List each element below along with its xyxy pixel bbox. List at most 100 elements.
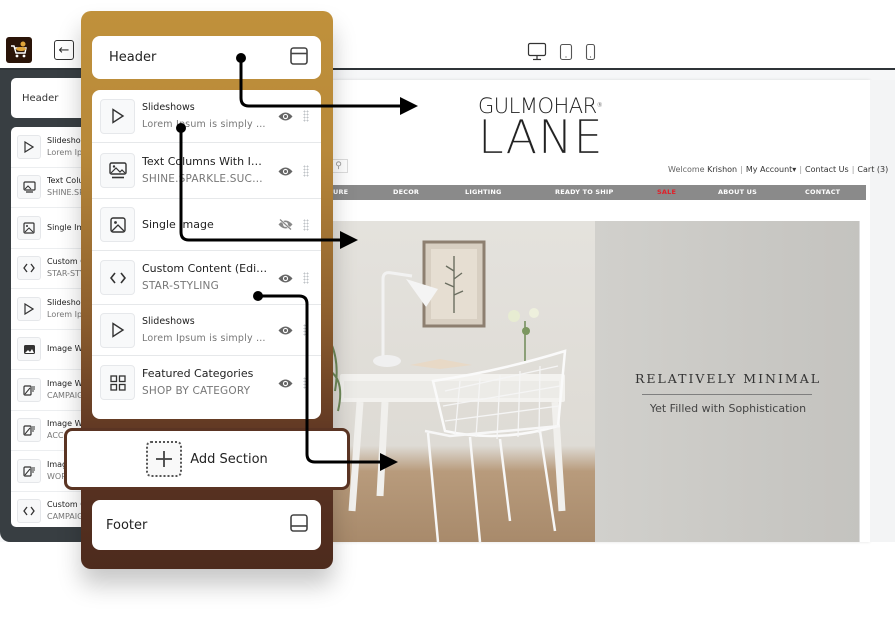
add-section-button[interactable]: Add Section bbox=[64, 428, 350, 490]
sidebar-item[interactable]: Custom C CAMPAIG bbox=[11, 492, 91, 528]
play-icon bbox=[17, 296, 41, 321]
sidebar-item[interactable]: Image Wi bbox=[11, 330, 91, 370]
header-section[interactable]: Header bbox=[92, 36, 321, 79]
nav-item[interactable]: CONTACT bbox=[805, 185, 840, 200]
section-title: Custom Content (Editor) bbox=[142, 262, 270, 275]
section-title: Slideshows bbox=[142, 101, 195, 113]
section-subtitle: SHINE.SPARKLE.SUCCEED bbox=[142, 173, 270, 185]
footer-section[interactable]: Footer bbox=[92, 500, 321, 550]
nav-item[interactable]: LIGHTING bbox=[465, 185, 502, 200]
drag-handle-icon[interactable] bbox=[303, 110, 309, 122]
eye-off-icon[interactable] bbox=[278, 215, 293, 234]
sidebar-header-label: Header bbox=[22, 92, 59, 104]
device-switcher bbox=[527, 42, 596, 62]
nav-item-sale[interactable]: SALE bbox=[657, 185, 676, 200]
section-item[interactable]: Slideshows Lorem Ipsum is simply du... bbox=[92, 90, 321, 143]
section-title: Text Columns With Ima... bbox=[142, 155, 270, 168]
brand-logo[interactable]: GULMOHAR® LANE bbox=[478, 95, 618, 164]
section-item[interactable]: Slideshows Lorem Ipsum is simply du... bbox=[92, 305, 321, 356]
nav-item[interactable]: READY TO SHIP bbox=[555, 185, 614, 200]
code-icon bbox=[100, 260, 135, 295]
section-item[interactable]: Text Columns With Ima... SHINE.SPARKLE.SU… bbox=[92, 143, 321, 199]
play-icon bbox=[100, 312, 135, 348]
account-bar: Welcome Krishon | My Account▾ | Contact Us | C… bbox=[668, 165, 889, 174]
play-icon bbox=[100, 98, 135, 134]
drag-handle-icon[interactable] bbox=[303, 164, 309, 177]
section-item[interactable]: Single Image bbox=[92, 199, 321, 251]
preview-scroll-track[interactable] bbox=[870, 80, 895, 542]
contact-us-link[interactable]: Contact Us bbox=[805, 165, 849, 174]
sidebar-item-title: Single Im bbox=[47, 222, 85, 232]
sidebar-item-title: Text Colu bbox=[47, 176, 84, 186]
sidebar-item[interactable]: Image Wi CAMPAIG bbox=[11, 370, 91, 411]
nav-item[interactable]: URE bbox=[333, 185, 348, 200]
play-icon bbox=[17, 134, 41, 159]
sidebar-item-title: Image Wi bbox=[47, 344, 85, 354]
section-subtitle: Lorem Ipsum is simply du... bbox=[142, 118, 270, 130]
nav-item[interactable]: ABOUT US bbox=[718, 185, 757, 200]
layout-footer-icon bbox=[289, 513, 309, 537]
image-list-icon bbox=[17, 418, 41, 443]
eye-icon[interactable] bbox=[278, 161, 293, 180]
sidebar-header-item[interactable]: Header bbox=[11, 78, 91, 118]
tablet-icon[interactable] bbox=[559, 43, 573, 61]
sidebar-item-subtitle: STAR-STY bbox=[47, 269, 85, 279]
mobile-icon[interactable] bbox=[585, 43, 596, 61]
hero-photo bbox=[330, 221, 595, 542]
drag-handle-icon[interactable] bbox=[303, 324, 309, 336]
registered-mark: ® bbox=[596, 102, 603, 109]
image-text-icon bbox=[17, 175, 41, 200]
footer-section-label: Footer bbox=[106, 517, 148, 533]
section-item[interactable]: Featured Categories SHOP BY CATEGORY bbox=[92, 356, 321, 409]
arrow-left-icon: ← bbox=[58, 42, 70, 58]
image-list-icon bbox=[17, 458, 41, 483]
section-title: Slideshows bbox=[142, 315, 195, 327]
section-subtitle: Lorem Ipsum is simply du... bbox=[142, 332, 270, 344]
brand-name-bottom: LANE bbox=[478, 110, 604, 164]
section-subtitle: SHOP BY CATEGORY bbox=[142, 385, 251, 397]
eye-icon[interactable] bbox=[278, 268, 293, 287]
sidebar-item[interactable]: Custom C STAR-STY bbox=[11, 249, 91, 289]
section-subtitle: STAR-STYLING bbox=[142, 280, 219, 292]
sidebar-item[interactable]: Slideshow Lorem Ips bbox=[11, 289, 91, 330]
sidebar-item-subtitle: CAMPAIG bbox=[47, 512, 84, 522]
drag-handle-icon[interactable] bbox=[303, 376, 309, 389]
desktop-icon[interactable] bbox=[527, 42, 547, 62]
section-list: Slideshows Lorem Ipsum is simply du... Te… bbox=[92, 90, 321, 419]
code-icon bbox=[17, 499, 41, 524]
hero-subtitle: Yet Filled with Sophistication bbox=[649, 402, 807, 415]
header-section-label: Header bbox=[109, 50, 157, 65]
grid-icon bbox=[100, 365, 135, 400]
plus-icon bbox=[146, 441, 183, 477]
drag-handle-icon[interactable] bbox=[303, 271, 309, 284]
hero-divider bbox=[642, 394, 812, 395]
nav-item[interactable]: DECOR bbox=[393, 185, 419, 200]
section-item[interactable]: Custom Content (Editor) STAR-STYLING bbox=[92, 251, 321, 305]
hero-title: RELATIVELY MINIMAL bbox=[634, 371, 822, 386]
image-icon bbox=[17, 215, 41, 240]
image-text-icon bbox=[100, 153, 135, 188]
image-icon bbox=[100, 207, 135, 242]
add-section-label: Add Section bbox=[190, 451, 268, 467]
eye-icon[interactable] bbox=[278, 321, 293, 340]
sidebar-item[interactable]: Slideshows Lorem Ips bbox=[11, 127, 91, 168]
eye-icon[interactable] bbox=[278, 373, 293, 392]
image-icon bbox=[17, 337, 41, 362]
shopping-cart-logo-icon bbox=[6, 37, 32, 63]
user-name: Krishon bbox=[707, 165, 738, 174]
layout-header-icon bbox=[289, 46, 309, 70]
sidebar-item[interactable]: Text Colu SHINE.SP bbox=[11, 168, 91, 208]
drag-handle-icon[interactable] bbox=[303, 218, 309, 231]
code-icon bbox=[17, 256, 41, 281]
eye-icon[interactable] bbox=[278, 107, 293, 126]
welcome-text: Welcome bbox=[668, 165, 705, 174]
hero-banner[interactable]: RELATIVELY MINIMAL Yet Filled with Sophi… bbox=[330, 221, 860, 542]
sidebar-item[interactable]: Single Im bbox=[11, 208, 91, 249]
sidebar-item-subtitle: SHINE.SP bbox=[47, 188, 84, 198]
my-account-link[interactable]: My Account▾ bbox=[746, 165, 797, 174]
sidebar-item-title: Custom C bbox=[47, 500, 86, 510]
search-icon: ⚲ bbox=[335, 161, 342, 171]
cart-link[interactable]: Cart (3) bbox=[857, 165, 888, 174]
section-title: Single Image bbox=[142, 218, 214, 231]
back-button[interactable]: ← bbox=[54, 40, 74, 60]
